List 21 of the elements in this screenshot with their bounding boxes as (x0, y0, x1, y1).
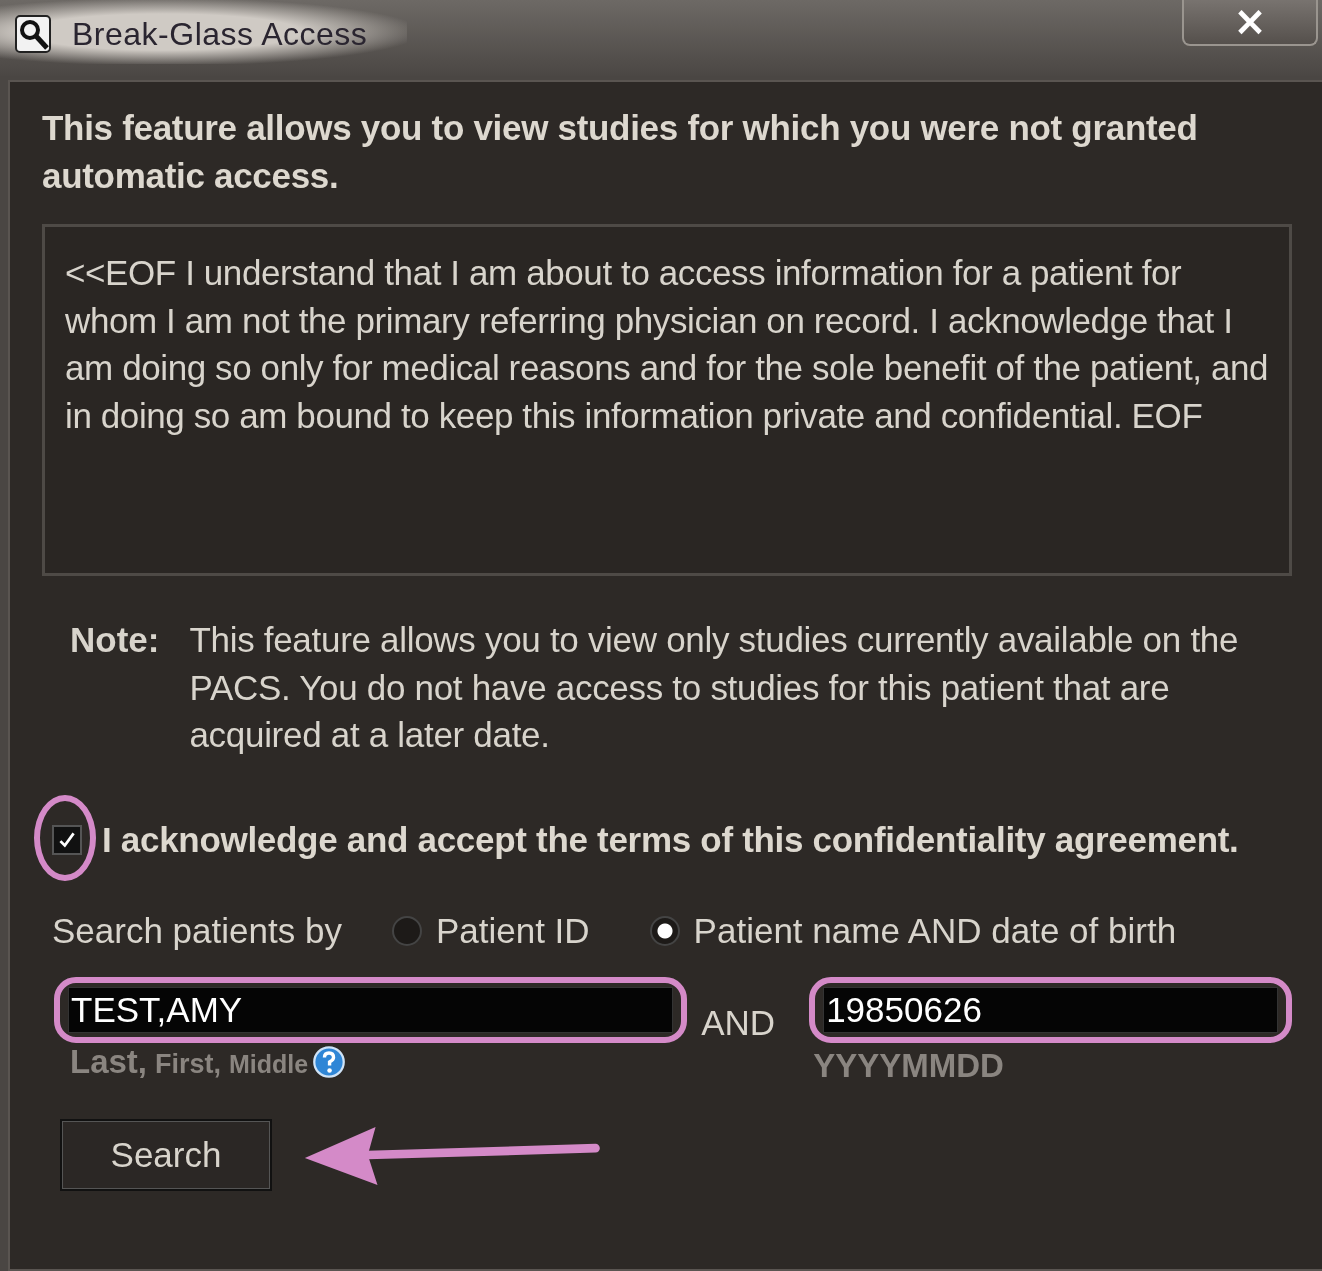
input-field[interactable]: TEST,AMY (68, 986, 674, 1033)
and-label: AND (701, 1002, 776, 1043)
input-field[interactable]: 19850626 (823, 986, 1278, 1033)
magnifier-icon (14, 14, 54, 54)
close-button[interactable]: × (1182, 0, 1318, 46)
radio-label[interactable]: Patient ID (435, 910, 590, 951)
field-hint: Last, First, Middle (70, 1042, 309, 1081)
radio-button[interactable] (391, 915, 422, 946)
acknowledge-label: I acknowledge and accept the terms of this confidentiality agreement. (102, 819, 1239, 860)
search-button[interactable]: Search (60, 1118, 272, 1191)
search-by-label: Search patients by (52, 910, 342, 951)
help-icon[interactable] (312, 1044, 347, 1079)
radio-label[interactable]: Patient name AND date of birth (693, 910, 1177, 951)
checkbox[interactable] (52, 824, 82, 855)
intro-text: This feature allows you to view studies for which you were not granted automatic access. (42, 107, 1199, 197)
window-title: Break-Glass Access (72, 15, 368, 53)
note-text: This feature allows you to view only studies currently available on the PACS. You do not have access to studies for this patient that are acquired at a later date. (189, 619, 1240, 756)
agreement-text: <<EOF I understand that I am about to access information for a patient for whom I am not the primary referring physician on record. I acknowledge that I am doing so only for medical reasons and for the sole benefit of the patient, and in doing so am bound to keep this information private and confidential. EOF (42, 224, 1292, 576)
radio-button[interactable] (649, 915, 680, 946)
note-label: Note: (70, 619, 160, 661)
field-hint: YYYYMMDD (813, 1046, 1005, 1085)
